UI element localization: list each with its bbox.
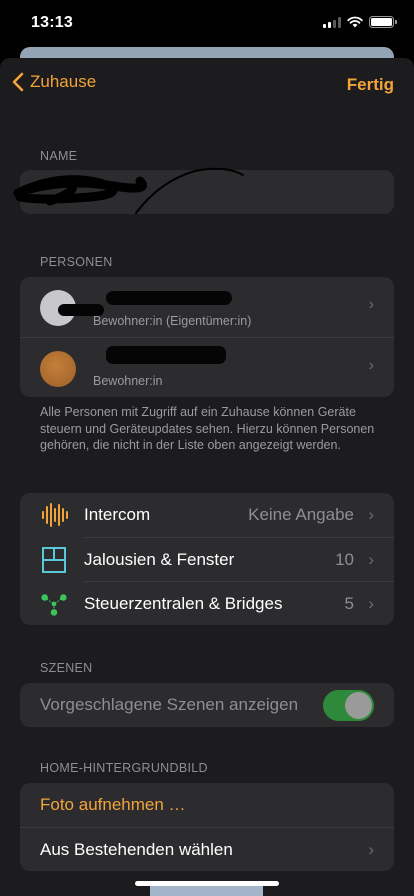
suggested-scenes-toggle[interactable] — [323, 690, 374, 721]
intercom-value: Keine Angabe — [248, 505, 354, 524]
people-list: Bewohner:in (Eigentümer:in) › Bewohner:i… — [20, 277, 394, 397]
choose-existing-label: Aus Bestehenden wählen — [40, 840, 233, 859]
chevron-right-icon: › — [368, 840, 374, 859]
status-time: 13:13 — [31, 14, 73, 31]
window-icon — [40, 546, 68, 574]
chevron-right-icon: › — [368, 594, 374, 613]
accessories-list: Intercom Keine Angabe › Jalousien & Fens… — [20, 493, 394, 625]
redacted-name — [106, 346, 226, 364]
chevron-right-icon: › — [368, 550, 374, 569]
person-row[interactable]: Bewohner:in › — [20, 337, 394, 397]
back-label: Zuhause — [30, 72, 97, 91]
wallpaper-section-header: HOME-HINTERGRUNDBILD — [40, 761, 208, 775]
wallpaper-list: Foto aufnehmen … Aus Bestehenden wählen … — [20, 783, 394, 871]
cellular-signal-icon — [323, 16, 341, 28]
scenes-list: Vorgeschlagene Szenen anzeigen — [20, 683, 394, 727]
done-button[interactable]: Fertig — [347, 75, 394, 95]
status-bar: 13:13 — [0, 0, 414, 48]
hub-network-icon — [40, 590, 68, 618]
avatar — [40, 351, 76, 387]
toggle-knob — [345, 692, 372, 719]
navigation-bar: Zuhause Fertig — [0, 72, 414, 102]
blinds-windows-row[interactable]: Jalousien & Fenster 10 › — [42, 537, 394, 581]
redacted-name — [106, 291, 232, 305]
home-settings-sheet: Zuhause Fertig NAME PERSONEN Bewohner:in… — [0, 58, 414, 896]
person-role: Bewohner:in (Eigentümer:in) — [93, 314, 252, 328]
intercom-waveform-icon — [40, 501, 68, 529]
blinds-windows-count: 10 — [335, 550, 354, 569]
take-photo-label: Foto aufnehmen … — [40, 795, 186, 814]
wifi-icon — [347, 16, 363, 28]
hubs-bridges-label: Steuerzentralen & Bridges — [84, 594, 283, 613]
battery-icon — [369, 16, 397, 28]
suggested-scenes-row: Vorgeschlagene Szenen anzeigen — [20, 683, 394, 727]
take-photo-row[interactable]: Foto aufnehmen … — [20, 783, 394, 827]
back-button[interactable]: Zuhause — [12, 72, 96, 92]
status-icons — [323, 16, 397, 28]
chevron-left-icon — [12, 72, 24, 92]
hubs-bridges-row[interactable]: Steuerzentralen & Bridges 5 › — [41, 581, 394, 625]
intercom-row[interactable]: Intercom Keine Angabe › — [20, 493, 394, 537]
people-info-text: Alle Personen mit Zugriff auf ein Zuhaus… — [40, 405, 375, 452]
person-role: Bewohner:in — [93, 374, 163, 388]
chevron-right-icon: › — [368, 357, 374, 374]
choose-existing-row[interactable]: Aus Bestehenden wählen › — [20, 827, 394, 871]
people-section-header: PERSONEN — [40, 255, 113, 269]
person-row[interactable]: Bewohner:in (Eigentümer:in) › — [20, 277, 394, 337]
hubs-bridges-count: 5 — [344, 594, 354, 613]
chevron-right-icon: › — [368, 505, 374, 524]
blinds-windows-label: Jalousien & Fenster — [84, 550, 235, 569]
intercom-label: Intercom — [84, 505, 151, 524]
chevron-right-icon: › — [368, 296, 374, 313]
scenes-section-header: SZENEN — [40, 661, 93, 675]
home-indicator[interactable] — [135, 881, 279, 886]
suggested-scenes-label: Vorgeschlagene Szenen anzeigen — [40, 695, 299, 714]
